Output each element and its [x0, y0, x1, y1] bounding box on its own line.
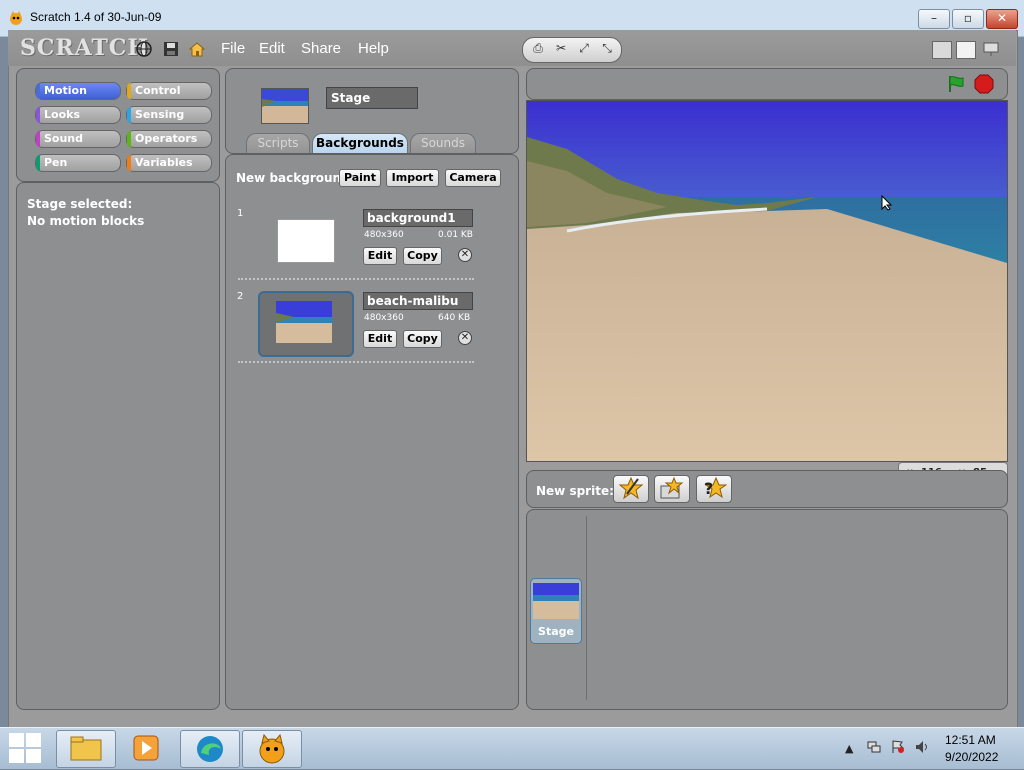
paint-new-sprite-icon[interactable]: [613, 475, 649, 503]
costume-number: 1: [237, 208, 244, 219]
new-sprite-label: New sprite:: [536, 484, 614, 498]
delete-x-icon[interactable]: ✕: [458, 248, 472, 262]
costume-size: 0.01 KB: [438, 230, 473, 240]
category-operators[interactable]: Operators: [126, 130, 212, 148]
tab-backgrounds[interactable]: Backgrounds: [312, 133, 408, 153]
tab-sounds[interactable]: Sounds: [410, 133, 476, 153]
maximize-button[interactable]: ▫: [952, 9, 984, 29]
svg-text:?: ?: [704, 479, 713, 498]
small-stage-view-icon[interactable]: [932, 41, 952, 59]
duplicate-stamp-icon[interactable]: ⎙: [529, 41, 547, 57]
menu-share[interactable]: Share: [301, 40, 341, 57]
category-label: Operators: [135, 132, 198, 145]
costume-dimensions: 480x360: [364, 313, 404, 323]
palette-info-line2: No motion blocks: [27, 214, 145, 228]
sprite-list-divider: [586, 516, 587, 700]
category-motion[interactable]: Motion: [35, 82, 121, 100]
costume-thumbnail[interactable]: [277, 219, 335, 263]
delete-scissors-icon[interactable]: ✂: [552, 41, 570, 57]
volume-icon[interactable]: [915, 740, 929, 754]
category-sensing[interactable]: Sensing: [126, 106, 212, 124]
camera-button[interactable]: Camera: [445, 169, 501, 187]
sprite-list: [526, 509, 1008, 710]
category-control[interactable]: Control: [126, 82, 212, 100]
costume-edit-button[interactable]: Edit: [363, 247, 397, 265]
costume-divider: [238, 361, 474, 363]
costume-thumbnail: [276, 301, 332, 343]
costume-size: 640 KB: [438, 313, 471, 323]
stage-header: [526, 68, 1008, 100]
stage-tile[interactable]: Stage: [530, 578, 582, 644]
menu-file[interactable]: File: [221, 40, 245, 57]
block-palette: [16, 182, 220, 710]
save-icon[interactable]: [162, 40, 180, 58]
category-label: Control: [135, 84, 181, 97]
category-looks[interactable]: Looks: [35, 106, 121, 124]
stage-thumbnail: [261, 88, 309, 124]
category-label: Pen: [44, 156, 68, 169]
presentation-mode-icon[interactable]: [982, 41, 1000, 57]
media-player-icon[interactable]: [118, 730, 176, 766]
category-label: Sound: [44, 132, 84, 145]
scratch-logo: SCRATCH: [20, 35, 150, 61]
costume-copy-button[interactable]: Copy: [403, 330, 442, 348]
costume-edit-button[interactable]: Edit: [363, 330, 397, 348]
shrink-icon[interactable]: ⤡: [598, 41, 616, 57]
category-label: Motion: [44, 84, 87, 97]
paint-button[interactable]: Paint: [339, 169, 381, 187]
green-flag-icon[interactable]: [946, 74, 966, 94]
show-hidden-icons-icon[interactable]: ▲: [845, 742, 853, 755]
menu-edit[interactable]: Edit: [259, 40, 285, 57]
stage-canvas[interactable]: [526, 100, 1008, 462]
palette-info: Stage selected: No motion blocks: [27, 196, 144, 230]
share-icon[interactable]: [188, 40, 206, 58]
globe-icon[interactable]: [135, 40, 153, 58]
file-explorer-icon[interactable]: [56, 730, 116, 768]
clock-time[interactable]: 12:51 AM: [945, 733, 996, 747]
surprise-sprite-icon[interactable]: ?: [696, 475, 732, 503]
palette-info-line1: Stage selected:: [27, 197, 133, 211]
network-icon[interactable]: [867, 740, 881, 754]
grow-icon[interactable]: ⤢: [575, 41, 593, 57]
choose-sprite-from-file-icon[interactable]: [654, 475, 690, 503]
new-background-label: New background:: [236, 171, 355, 185]
stage-tile-label: Stage: [538, 625, 574, 638]
category-pen[interactable]: Pen: [35, 154, 121, 172]
menu-help[interactable]: Help: [358, 40, 389, 57]
costume-number: 2: [237, 291, 244, 302]
scratch-taskbar-icon[interactable]: [242, 730, 302, 768]
category-label: Sensing: [135, 108, 185, 121]
normal-stage-view-icon[interactable]: [956, 41, 976, 59]
window-title: Scratch 1.4 of 30-Jun-09: [30, 10, 162, 24]
costume-divider: [238, 278, 474, 280]
category-variables[interactable]: Variables: [126, 154, 212, 172]
edge-browser-icon[interactable]: [180, 730, 240, 768]
category-sound[interactable]: Sound: [35, 130, 121, 148]
category-label: Looks: [44, 108, 80, 121]
action-center-flag-icon[interactable]: [891, 740, 905, 754]
delete-x-icon[interactable]: ✕: [458, 331, 472, 345]
clock-date[interactable]: 9/20/2022: [945, 750, 998, 764]
category-label: Variables: [135, 156, 193, 169]
mouse-cursor-icon: [881, 194, 893, 211]
costume-name-field[interactable]: background1: [363, 209, 473, 227]
minimize-button[interactable]: –: [918, 9, 950, 29]
menubar: [8, 30, 1016, 66]
tab-scripts[interactable]: Scripts: [246, 133, 310, 153]
start-windows-icon[interactable]: [6, 730, 44, 766]
sprite-name-field[interactable]: Stage: [326, 87, 418, 109]
costume-name-field[interactable]: beach-malibu: [363, 292, 473, 310]
scratch-cat-icon: [8, 10, 24, 26]
import-button[interactable]: Import: [386, 169, 439, 187]
costume-copy-button[interactable]: Copy: [403, 247, 442, 265]
stop-sign-icon[interactable]: [974, 74, 994, 94]
close-button[interactable]: ✕: [986, 9, 1018, 29]
costume-dimensions: 480x360: [364, 230, 404, 240]
